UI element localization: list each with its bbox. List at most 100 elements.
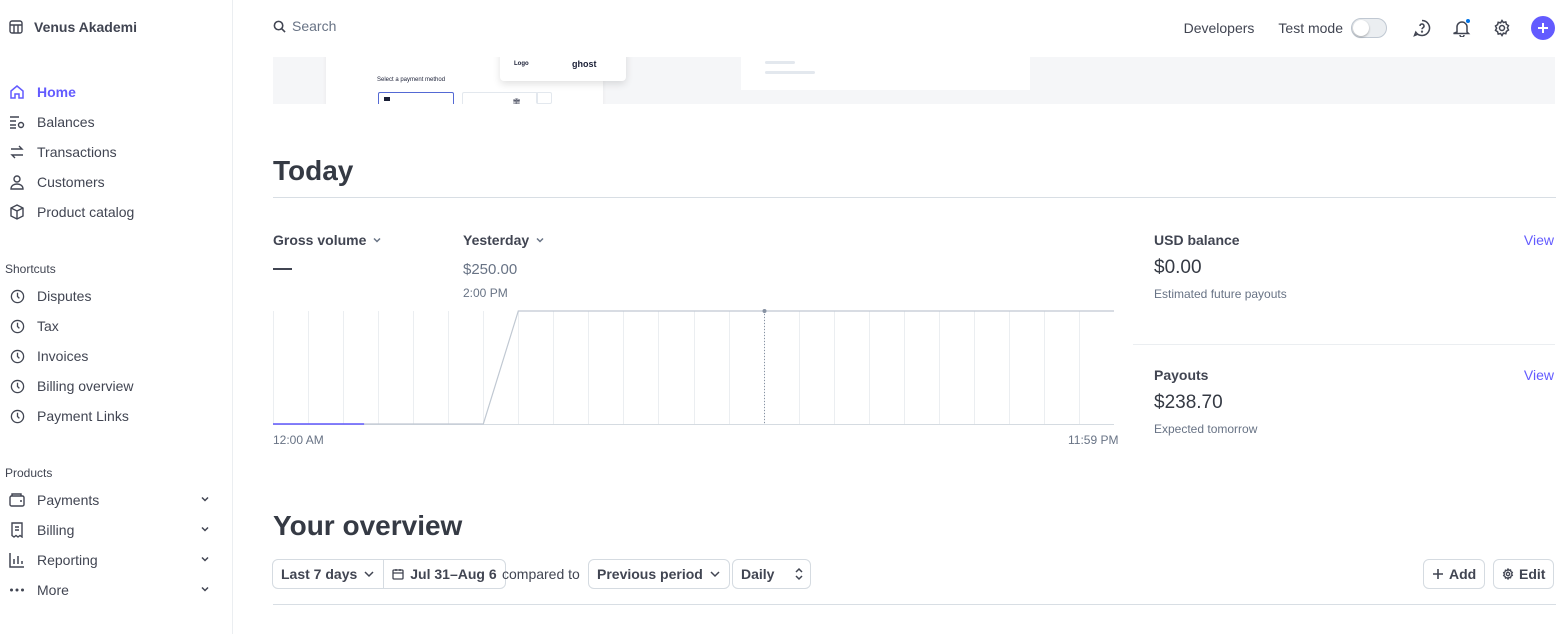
chevron-down-icon [709,568,721,580]
sidebar-item-payments[interactable]: Payments [8,489,210,511]
sidebar-item-home[interactable]: Home [8,81,210,103]
sidebar-item-disputes[interactable]: Disputes [8,285,210,307]
search-bar[interactable]: Search [273,18,336,34]
granularity-control[interactable]: Daily [733,560,810,588]
settings-gear-icon[interactable] [1491,17,1513,39]
ghost-logo: ghost [572,59,597,69]
bank-icon: 🏛 [512,99,521,104]
gross-volume-chart[interactable] [273,308,1114,426]
account-name: Venus Akademi [34,19,137,35]
test-mode-toggle[interactable] [1351,18,1387,38]
more-options [536,92,552,104]
overview-heading: Your overview [273,510,463,541]
divider [1133,344,1555,345]
sidebar-item-invoices[interactable]: Invoices [8,345,210,367]
invoice-preview-image [741,57,1030,90]
create-plus-button[interactable] [1531,16,1555,40]
customers-icon [8,173,26,191]
sidebar-item-more[interactable]: More [8,579,210,601]
sidebar-item-label: Payment Links [37,408,129,424]
sidebar: Venus Akademi Home Balances Transactions… [0,0,233,634]
reporting-icon [8,551,26,569]
toggle-knob [1353,20,1369,36]
sidebar-item-product-catalog[interactable]: Product catalog [8,201,210,223]
compare-value: $250.00 [463,261,518,278]
compare-time: 2:00 PM [463,286,508,300]
usd-balance-card: USD balance View $0.00 Estimated future … [1154,232,1555,301]
sidebar-item-billing[interactable]: Billing [8,519,210,541]
logo-text: Logo [514,61,529,67]
metric-dropdown[interactable]: Gross volume [273,232,382,248]
usd-balance-value: $0.00 [1154,257,1202,278]
sidebar-item-label: Billing overview [37,378,134,394]
placeholder-line [765,61,795,64]
top-bar: Search Developers Test mode [233,0,1561,57]
date-picker[interactable]: Jul 31–Aug 6 [383,560,504,588]
bank-option [462,92,538,104]
sidebar-item-label: Customers [37,174,105,190]
metric-value [273,268,292,270]
divider [273,197,1556,198]
sidebar-item-label: Tax [37,318,59,334]
sidebar-item-billing-overview[interactable]: Billing overview [8,375,210,397]
balances-icon [8,113,26,131]
home-icon [8,83,26,101]
sidebar-item-customers[interactable]: Customers [8,171,210,193]
sidebar-item-balances[interactable]: Balances [8,111,210,133]
account-switcher[interactable]: Venus Akademi [8,17,137,37]
chevron-down-icon [200,584,210,594]
usd-balance-view-link[interactable]: View [1524,232,1554,248]
add-button[interactable]: Add [1423,559,1486,589]
sidebar-item-payment-links[interactable]: Payment Links [8,405,210,427]
sidebar-item-transactions[interactable]: Transactions [8,141,210,163]
calendar-icon [392,568,404,580]
notifications-bell-icon[interactable] [1451,17,1473,39]
chevron-down-icon [200,554,210,564]
payouts-card: Payouts View $238.70 Expected tomorrow [1154,367,1555,436]
clock-icon [8,377,26,395]
chevron-down-icon [372,235,382,245]
metric-label: Gross volume [273,232,367,248]
billing-icon [8,521,26,539]
chevron-down-icon [535,235,545,245]
sidebar-item-label: Home [37,84,76,100]
onboarding-banner[interactable]: Select a payment method 🏛 Logo ghost [273,57,1555,104]
date-range-text: Jul 31–Aug 6 [410,566,497,582]
sidebar-item-label: Invoices [37,348,89,364]
usd-balance-title: USD balance [1154,232,1240,248]
sidebar-item-label: Reporting [37,552,98,568]
wallet-icon [8,491,26,509]
clock-icon [8,317,26,335]
developers-link[interactable]: Developers [1184,20,1255,36]
sidebar-item-tax[interactable]: Tax [8,315,210,337]
payouts-title: Payouts [1154,367,1209,383]
chevron-down-icon [363,568,375,580]
more-icon [8,581,26,599]
x-axis-end: 11:59 PM [1068,433,1119,447]
clock-icon [8,347,26,365]
shortcuts-label: Shortcuts [5,262,56,276]
notification-badge [1465,18,1471,24]
payouts-view-link[interactable]: View [1524,367,1554,383]
granularity-select[interactable]: Daily [732,559,812,589]
branding-preview-image: Logo ghost [500,57,626,81]
placeholder-line [765,71,815,74]
comparison-dropdown[interactable]: Previous period [588,559,730,589]
sidebar-item-label: Disputes [37,288,92,304]
card-icon [384,97,390,101]
help-icon[interactable] [1411,17,1433,39]
comparison-select[interactable]: Previous period [589,560,729,588]
sidebar-item-reporting[interactable]: Reporting [8,549,210,571]
range-dropdown[interactable]: Last 7 days [273,560,383,588]
compare-dropdown[interactable]: Yesterday [463,232,545,248]
x-axis-start: 12:00 AM [273,433,324,447]
edit-button[interactable]: Edit [1493,559,1555,589]
search-input[interactable]: Search [292,18,336,34]
compared-to-text: compared to [502,566,580,582]
product-catalog-icon [8,203,26,221]
clock-icon [8,407,26,425]
payment-method-text: Select a payment method [377,77,446,83]
gear-icon [1502,568,1514,580]
top-actions: Developers Test mode [1184,14,1555,42]
payouts-value: $238.70 [1154,392,1223,413]
